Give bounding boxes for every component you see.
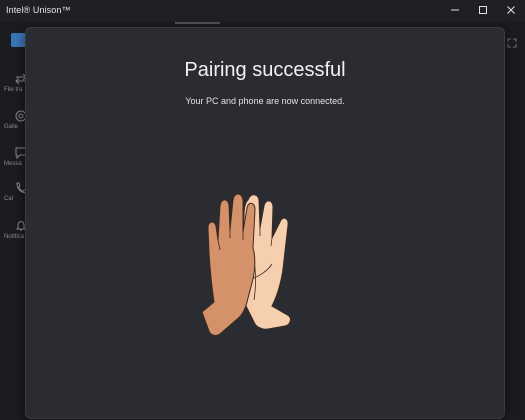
left-hand (201, 193, 256, 336)
close-icon (507, 6, 515, 14)
maximize-icon (479, 6, 487, 14)
app-title: Intel® Unison™ (6, 5, 71, 15)
app-logo-icon (11, 33, 26, 47)
expand-icon (507, 38, 517, 48)
sidebar-item-label: Cal (4, 196, 14, 202)
high-five-hands-icon (201, 193, 291, 336)
sidebar-item-label: Messa (4, 161, 22, 167)
sidebar-item-label: File tra (4, 87, 23, 93)
dialog-subtitle: Your PC and phone are now connected. (185, 96, 345, 106)
title-bar: Intel® Unison™ (0, 0, 525, 22)
dialog-title: Pairing successful (184, 59, 346, 81)
sidebar-item-label: Notifica (4, 234, 25, 240)
background-tab-indicator (175, 22, 220, 24)
sidebar-item-label: Galle (4, 124, 19, 130)
close-button[interactable] (494, 0, 525, 20)
pairing-dialog: Pairing successful Your PC and phone are… (25, 27, 505, 419)
minimize-icon (451, 9, 459, 11)
